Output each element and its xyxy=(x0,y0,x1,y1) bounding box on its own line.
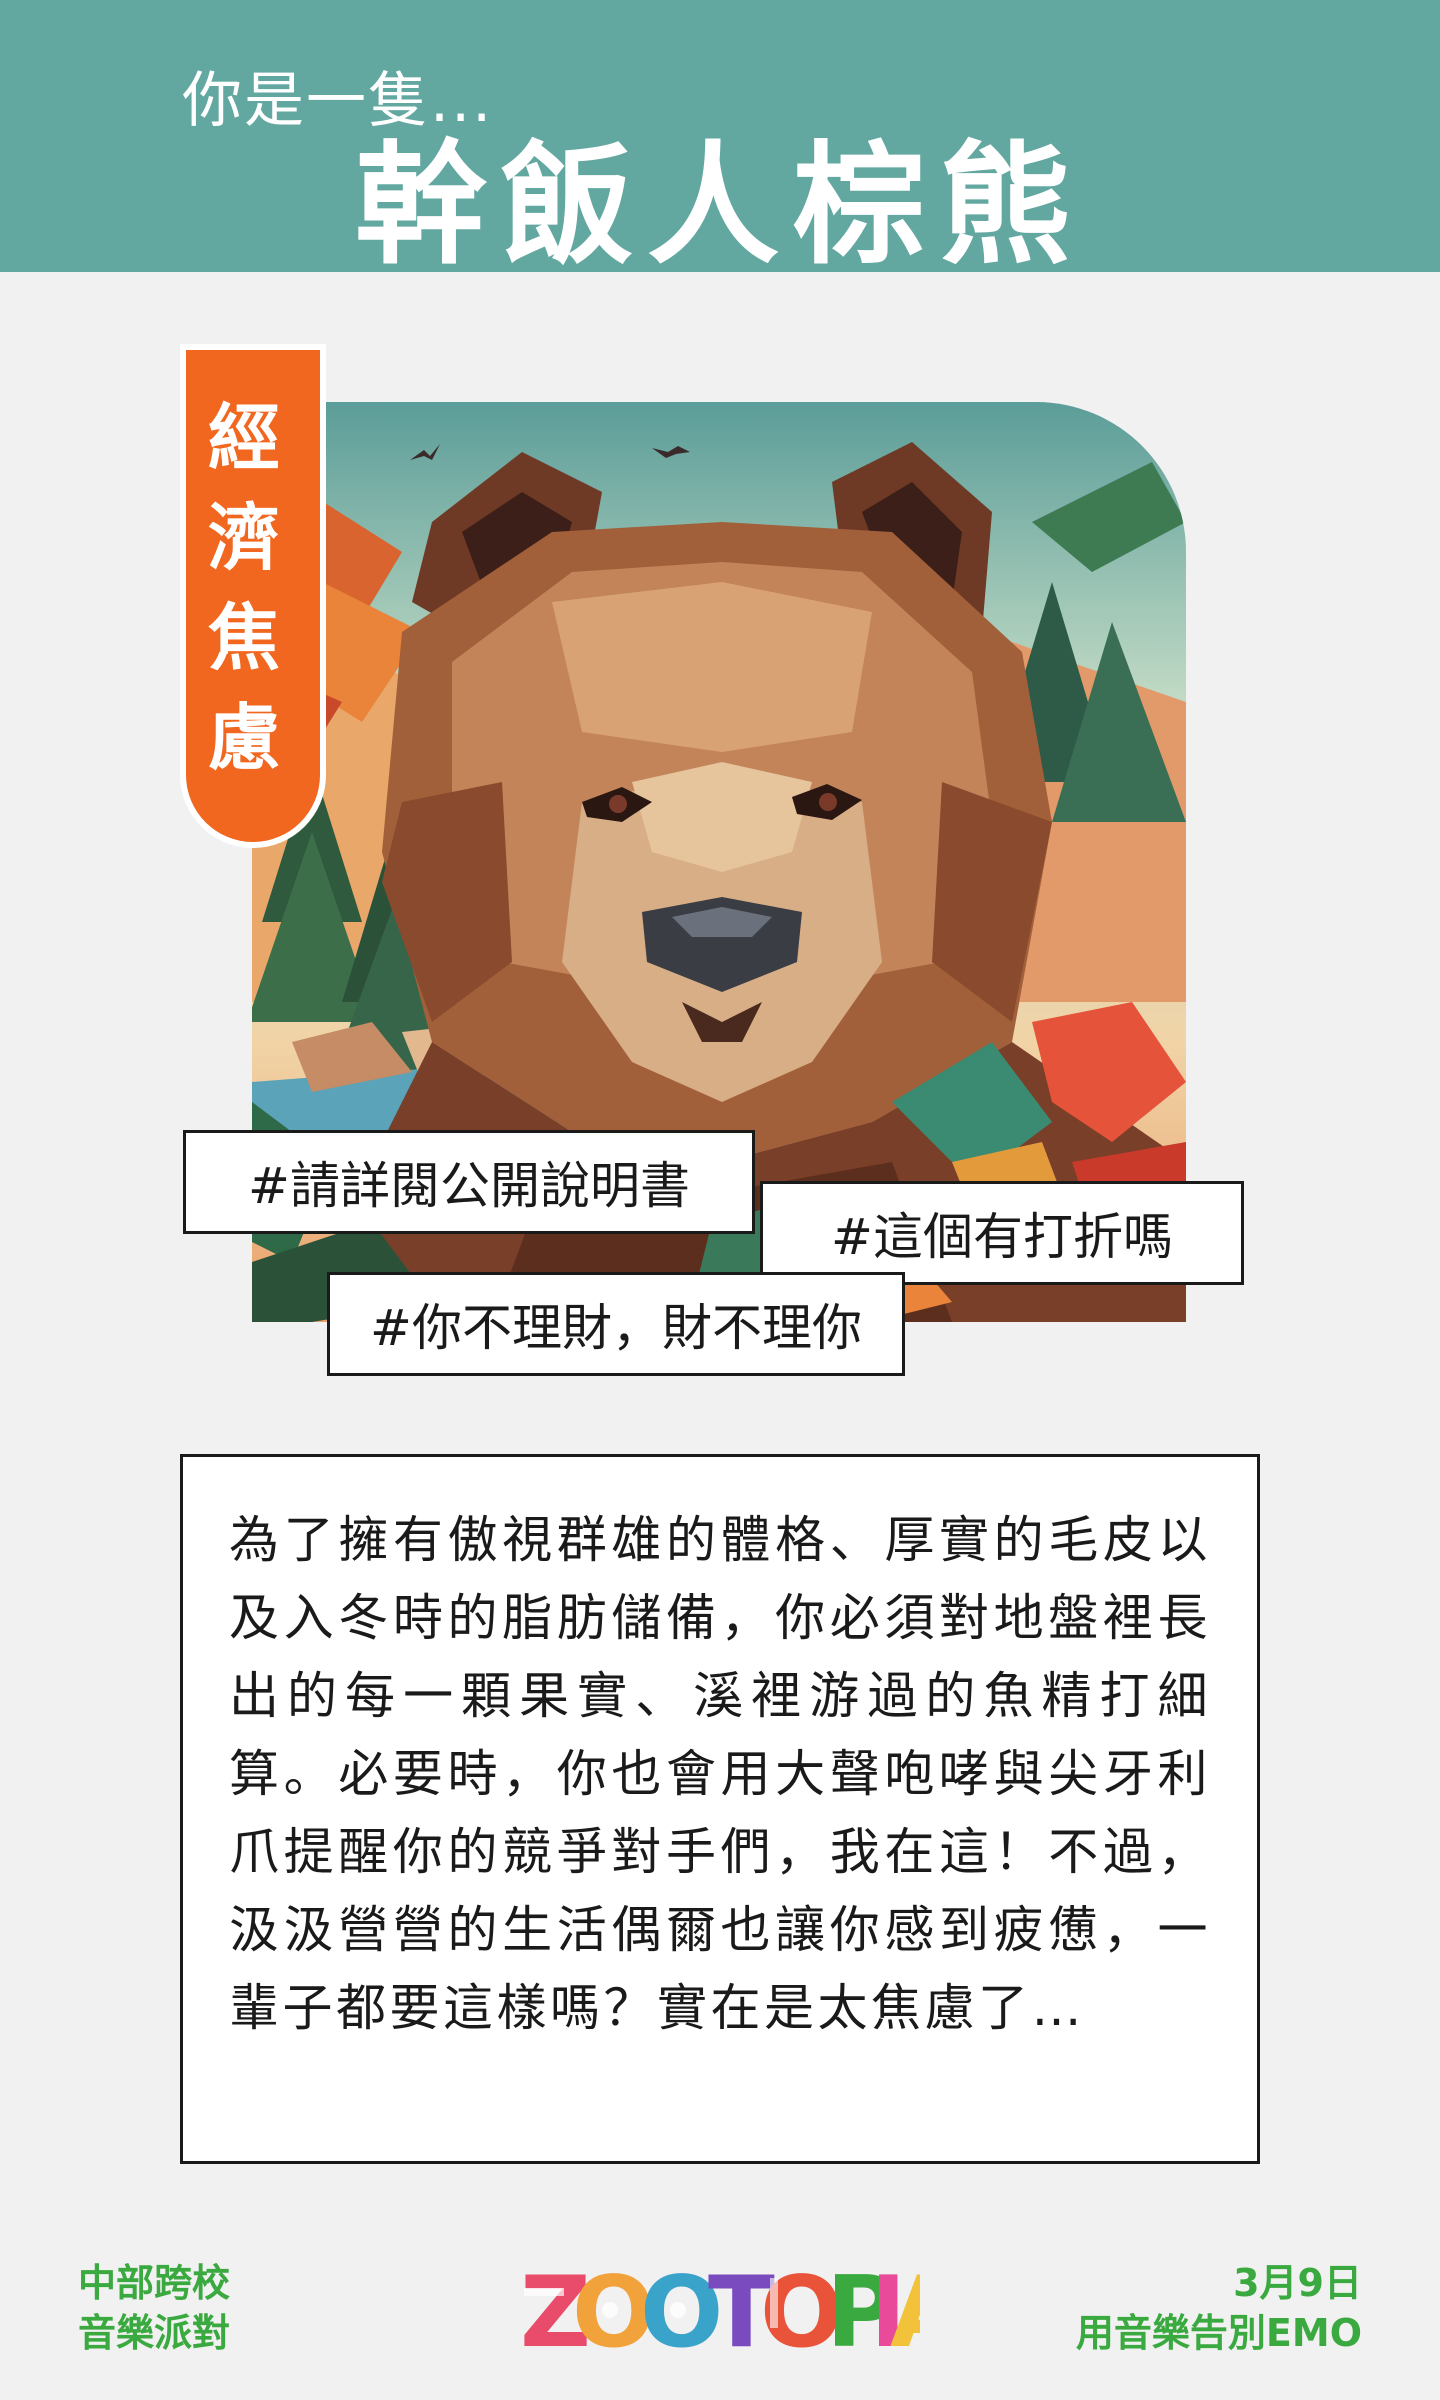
header-title: 幹飯人棕熊 xyxy=(355,129,1085,272)
badge-char: 濟 xyxy=(207,496,298,580)
badge-char: 經 xyxy=(207,396,298,480)
hashtag-discount: #這個有打折嗎 xyxy=(760,1181,1244,1285)
description-box: 為了擁有傲視群雄的體格、厚實的毛皮以及入冬時的脂肪儲備，你必須對地盤裡長出的每一… xyxy=(180,1454,1260,2164)
footer-right-line2: 用音樂告別EMO xyxy=(1075,2311,1362,2355)
footer-left-line1: 中部跨校 xyxy=(78,2261,231,2305)
footer-event-date: 3月9日 用音樂告別EMO xyxy=(1076,2258,1362,2358)
description-text: 為了擁有傲視群雄的體格、厚實的毛皮以及入冬時的脂肪儲備，你必須對地盤裡長出的每一… xyxy=(229,1511,1211,2037)
header-banner: 你是一隻... 幹飯人棕熊 xyxy=(0,0,1440,272)
hashtag-finance: #你不理財，財不理你 xyxy=(327,1272,905,1376)
topic-badge-text: 經濟焦慮 xyxy=(186,388,320,788)
footer-left-line2: 音樂派對 xyxy=(78,2311,231,2355)
badge-char: 焦 xyxy=(207,596,298,680)
svg-text:A: A xyxy=(890,2256,920,2358)
footer-event-name: 中部跨校 音樂派對 xyxy=(78,2258,230,2358)
badge-char: 慮 xyxy=(207,696,298,780)
hashtag-prospectus: #請詳閱公開說明書 xyxy=(183,1130,755,1234)
header-subtitle: 你是一隻... xyxy=(182,66,494,136)
topic-badge: 經濟焦慮 xyxy=(186,350,320,842)
footer-right-line1: 3月9日 xyxy=(1233,2261,1362,2305)
zootopia-logo: Z O O T O P I A xyxy=(520,2256,920,2358)
